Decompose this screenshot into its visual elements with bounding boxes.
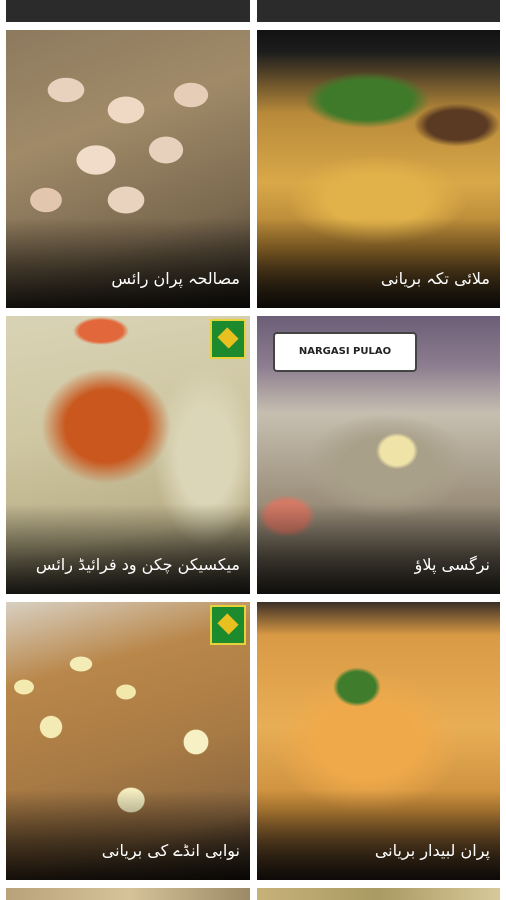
recipe-title: نرگسی پلاؤ xyxy=(414,555,490,574)
title-overlay xyxy=(6,504,250,594)
recipe-card-partial-top-left[interactable] xyxy=(6,0,250,22)
recipe-title: ملائی تکہ بریانی xyxy=(380,269,490,288)
channel-logo-icon xyxy=(210,605,246,645)
title-overlay xyxy=(257,218,500,308)
dish-name-sign: NARGASI PULAO xyxy=(273,332,417,372)
recipe-card[interactable]: میکسیکن چکن ود فرائیڈ رائس xyxy=(6,316,250,594)
recipe-title: میکسیکن چکن ود فرائیڈ رائس xyxy=(35,555,240,574)
recipe-card[interactable]: NARGASI PULAO نرگسی پلاؤ xyxy=(257,316,500,594)
recipe-title: نوابی انڈے کی بریانی xyxy=(101,841,240,860)
recipe-card[interactable]: پران لبیدار بریانی xyxy=(257,602,500,880)
recipe-card-partial-bottom-right[interactable] xyxy=(257,888,500,900)
recipe-card[interactable]: مصالحہ پران رائس xyxy=(6,30,250,308)
recipe-card-partial-top-right[interactable] xyxy=(257,0,500,22)
recipe-card[interactable]: ملائی تکہ بریانی xyxy=(257,30,500,308)
title-overlay xyxy=(6,218,250,308)
recipe-title: مصالحہ پران رائس xyxy=(111,269,240,288)
recipe-title: پران لبیدار بریانی xyxy=(374,841,490,860)
channel-logo-icon xyxy=(210,319,246,359)
recipe-card[interactable]: نوابی انڈے کی بریانی xyxy=(6,602,250,880)
recipe-card-partial-bottom-left[interactable] xyxy=(6,888,250,900)
title-overlay xyxy=(257,790,500,880)
title-overlay xyxy=(257,504,500,594)
title-overlay xyxy=(6,790,250,880)
